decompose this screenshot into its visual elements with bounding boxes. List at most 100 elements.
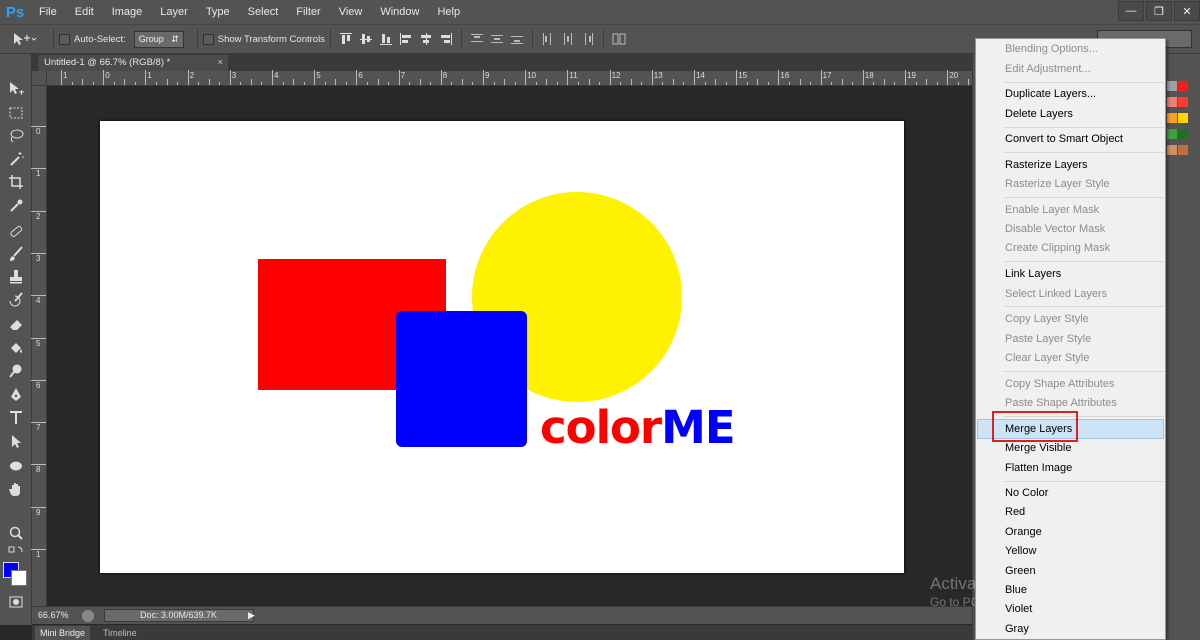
align-top-icon[interactable] [338, 31, 354, 47]
swap-colors-icon[interactable] [4, 544, 28, 558]
menu-item-orange[interactable]: Orange [976, 523, 1165, 542]
tab-timeline[interactable]: Timeline [98, 626, 142, 640]
status-menu-arrow-icon[interactable]: ▶ [248, 610, 255, 621]
tab-mini-bridge[interactable]: Mini Bridge [35, 626, 91, 640]
ruler-origin[interactable] [32, 71, 47, 86]
brush-tool-icon[interactable] [4, 244, 28, 264]
swatch[interactable] [1167, 97, 1177, 107]
horizontal-ruler[interactable]: 1 0 1 2 3 4 5 6 7 8 9 10 11 12 13 14 15 16 17 18 19 20 [47, 70, 972, 86]
path-selection-tool-icon[interactable] [4, 432, 28, 452]
menu-edit[interactable]: Edit [66, 0, 103, 24]
menu-item-duplicate-layers[interactable]: Duplicate Layers... [976, 85, 1165, 104]
quick-mask-icon[interactable] [4, 592, 28, 612]
menu-view[interactable]: View [330, 0, 372, 24]
menu-file[interactable]: File [30, 0, 66, 24]
menu-item-create-clipping-mask[interactable]: Create Clipping Mask [976, 239, 1165, 258]
menu-image[interactable]: Image [103, 0, 152, 24]
swatch[interactable] [1178, 129, 1188, 139]
restore-button[interactable]: ❐ [1146, 1, 1172, 21]
distribute-left-icon[interactable] [540, 31, 556, 47]
menu-type[interactable]: Type [197, 0, 239, 24]
menu-item-enable-layer-mask[interactable]: Enable Layer Mask [976, 201, 1165, 220]
menu-help[interactable]: Help [428, 0, 469, 24]
menu-item-select-linked-layers[interactable]: Select Linked Layers [976, 285, 1165, 304]
swatch[interactable] [1167, 113, 1177, 123]
menu-item-rasterize-layer-style[interactable]: Rasterize Layer Style [976, 175, 1165, 194]
distribute-top-icon[interactable] [469, 31, 485, 47]
menu-item-paste-layer-style[interactable]: Paste Layer Style [976, 330, 1165, 349]
crop-tool-icon[interactable] [4, 172, 28, 192]
menu-item-violet[interactable]: Violet [976, 600, 1165, 619]
history-brush-tool-icon[interactable] [4, 290, 28, 310]
menu-item-flatten-image[interactable]: Flatten Image [976, 459, 1165, 478]
close-tab-icon[interactable]: × [217, 55, 223, 71]
marquee-tool-icon[interactable] [4, 103, 28, 123]
status-info-icon[interactable] [82, 610, 94, 622]
lasso-tool-icon[interactable] [4, 126, 28, 146]
background-color-swatch[interactable] [11, 570, 27, 586]
distribute-right-icon[interactable] [580, 31, 596, 47]
swatch[interactable] [1167, 129, 1177, 139]
menu-window[interactable]: Window [371, 0, 428, 24]
align-horizontal-center-icon[interactable] [418, 31, 434, 47]
swatch[interactable] [1167, 145, 1177, 155]
menu-item-yellow[interactable]: Yellow [976, 542, 1165, 561]
pen-tool-icon[interactable] [4, 385, 28, 405]
eraser-tool-icon[interactable] [4, 314, 28, 334]
swatch[interactable] [1178, 145, 1188, 155]
auto-select-target-dropdown[interactable]: Group ⇵ [133, 30, 184, 48]
document-size-info[interactable]: Doc: 3.00M/639.7K [104, 609, 254, 622]
menu-item-link-layers[interactable]: Link Layers [976, 265, 1165, 284]
align-vertical-center-icon[interactable] [358, 31, 374, 47]
document-tab[interactable]: Untitled-1 @ 66.7% (RGB/8) * × [38, 55, 228, 71]
menu-item-disable-vector-mask[interactable]: Disable Vector Mask [976, 220, 1165, 239]
close-button[interactable]: ✕ [1174, 1, 1200, 21]
menu-item-no-color[interactable]: No Color [976, 484, 1165, 503]
menu-item-edit-adjustment[interactable]: Edit Adjustment... [976, 60, 1165, 79]
zoom-level[interactable]: 66.67% [38, 610, 69, 620]
swatch[interactable] [1178, 97, 1188, 107]
vertical-ruler[interactable]: 0 1 2 3 4 5 6 7 8 9 1 [31, 86, 47, 606]
menu-item-copy-layer-style[interactable]: Copy Layer Style [976, 310, 1165, 329]
menu-item-convert-smart-object[interactable]: Convert to Smart Object [976, 130, 1165, 149]
tool-preset-picker[interactable] [0, 31, 48, 47]
menu-item-blending-options[interactable]: Blending Options... [976, 40, 1165, 59]
menu-item-delete-layers[interactable]: Delete Layers [976, 105, 1165, 124]
menu-item-green[interactable]: Green [976, 562, 1165, 581]
distribute-vertical-center-icon[interactable] [489, 31, 505, 47]
auto-select-option[interactable]: Auto-Select: [59, 33, 126, 45]
swatch[interactable] [1178, 113, 1188, 123]
menu-filter[interactable]: Filter [287, 0, 329, 24]
align-right-icon[interactable] [438, 31, 454, 47]
zoom-tool-icon[interactable] [4, 523, 28, 543]
auto-align-layers-icon[interactable] [611, 31, 627, 47]
move-tool-icon[interactable] [4, 79, 28, 99]
menu-layer[interactable]: Layer [151, 0, 197, 24]
menu-item-gray[interactable]: Gray [976, 620, 1165, 639]
menu-item-red[interactable]: Red [976, 503, 1165, 522]
ellipse-tool-icon[interactable] [4, 456, 28, 476]
menu-item-clear-layer-style[interactable]: Clear Layer Style [976, 349, 1165, 368]
paint-bucket-tool-icon[interactable] [4, 338, 28, 358]
minimize-button[interactable]: — [1118, 1, 1144, 21]
show-transform-checkbox[interactable] [202, 33, 214, 45]
align-bottom-icon[interactable] [378, 31, 394, 47]
menu-item-blue[interactable]: Blue [976, 581, 1165, 600]
healing-brush-tool-icon[interactable] [4, 221, 28, 241]
type-tool-icon[interactable] [4, 408, 28, 428]
distribute-horizontal-center-icon[interactable] [560, 31, 576, 47]
align-left-icon[interactable] [398, 31, 414, 47]
auto-select-checkbox[interactable] [59, 33, 70, 45]
menu-item-copy-shape-attributes[interactable]: Copy Shape Attributes [976, 375, 1165, 394]
show-transform-option[interactable]: Show Transform Controls [202, 33, 325, 45]
swatch[interactable] [1167, 81, 1177, 91]
blue-rounded-square-shape[interactable] [396, 311, 527, 447]
eyedropper-tool-icon[interactable] [4, 196, 28, 216]
magic-wand-tool-icon[interactable] [4, 149, 28, 169]
colorme-logo-text[interactable]: colorME [540, 403, 736, 453]
document-canvas[interactable]: colorME [100, 121, 904, 573]
swatch[interactable] [1178, 81, 1188, 91]
dodge-tool-icon[interactable] [4, 361, 28, 381]
menu-select[interactable]: Select [239, 0, 288, 24]
hand-tool-icon[interactable] [4, 479, 28, 499]
